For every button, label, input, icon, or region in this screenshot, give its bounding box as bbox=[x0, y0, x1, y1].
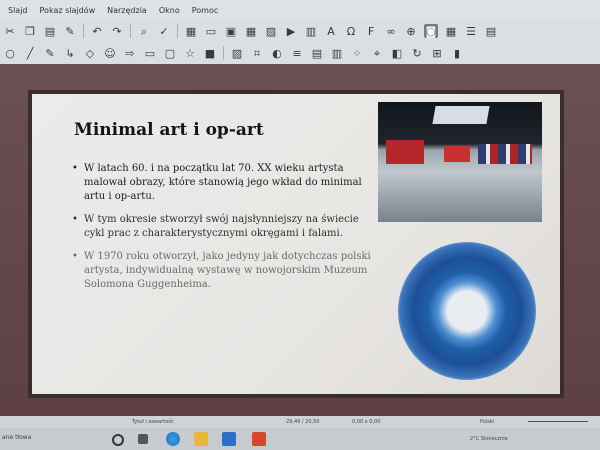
paste-icon[interactable]: ▤ bbox=[43, 24, 57, 38]
line-icon[interactable]: ╱ bbox=[23, 46, 37, 60]
hyperlink-icon[interactable]: ∞ bbox=[384, 24, 398, 38]
status-layout: Tytuł i zawartość bbox=[132, 419, 174, 425]
gallery-ceiling-light bbox=[432, 106, 490, 124]
toolbar-separator bbox=[177, 24, 178, 38]
status-bar: Tytuł i zawartość 29,49 / 20,50 0,00 x 0… bbox=[0, 416, 600, 428]
spellcheck-icon[interactable]: ✓ bbox=[157, 24, 171, 38]
display-icon[interactable]: ▭ bbox=[204, 24, 218, 38]
callout-icon[interactable]: ▢ bbox=[163, 46, 177, 60]
slide-canvas[interactable]: Minimal art i op-art W latach 60. i na p… bbox=[32, 94, 560, 394]
drawing-toolbar: ○ ╱ ✎ ↳ ◇ ☺ ⇨ ▭ ▢ ☆ ■ ▨ ⌗ ◐ ≡ ▤ ▥ ⁘ ⌖ ◧ … bbox=[0, 42, 600, 65]
weather-text[interactable]: 2°C Słonecznie bbox=[470, 436, 508, 442]
toolbar-separator bbox=[223, 46, 224, 60]
toggle-icon[interactable]: ◧ bbox=[390, 46, 404, 60]
zoom-slider[interactable] bbox=[528, 421, 588, 422]
gallery-painting bbox=[386, 140, 424, 164]
grid2-icon[interactable]: ▤ bbox=[484, 24, 498, 38]
rows-icon[interactable]: ☰ bbox=[464, 24, 478, 38]
file-explorer-icon[interactable] bbox=[194, 432, 208, 446]
globe-icon[interactable]: ⊕ bbox=[404, 24, 418, 38]
arrange-icon[interactable]: ▤ bbox=[310, 46, 324, 60]
table2-icon[interactable]: ▦ bbox=[444, 24, 458, 38]
camera-icon[interactable]: ◙ bbox=[424, 24, 438, 38]
brush-icon[interactable]: ✎ bbox=[63, 24, 77, 38]
special-char-icon[interactable]: Ω bbox=[344, 24, 358, 38]
fill-icon[interactable]: ▮ bbox=[450, 46, 464, 60]
toolbar-separator bbox=[83, 24, 84, 38]
menu-slideshow[interactable]: Pokaz slajdów bbox=[40, 6, 96, 15]
pen-icon[interactable]: ✎ bbox=[43, 46, 57, 60]
distribute-icon[interactable]: ▥ bbox=[330, 46, 344, 60]
office-icon[interactable] bbox=[252, 432, 266, 446]
status-size: 0,00 x 0,00 bbox=[352, 419, 381, 425]
textbox-icon[interactable]: A bbox=[324, 24, 338, 38]
slide-icon[interactable]: ▣ bbox=[224, 24, 238, 38]
rotate-icon[interactable]: ↻ bbox=[410, 46, 424, 60]
bullet-item[interactable]: W latach 60. i na początku lat 70. XX wi… bbox=[72, 162, 372, 204]
smiley-icon[interactable]: ☺ bbox=[103, 46, 117, 60]
grid-icon[interactable]: ▦ bbox=[184, 24, 198, 38]
flowchart-icon[interactable]: ▭ bbox=[143, 46, 157, 60]
fontwork-icon[interactable]: F bbox=[364, 24, 378, 38]
cut-icon[interactable]: ✂ bbox=[3, 24, 17, 38]
status-coords: 29,49 / 20,50 bbox=[286, 419, 320, 425]
start-circle-icon[interactable] bbox=[112, 434, 124, 446]
standard-toolbar: ✂ ❐ ▤ ✎ ↶ ↷ ⌕ ✓ ▦ ▭ ▣ ▦ ▨ ▶ ▥ A Ω F ∞ ⊕ … bbox=[0, 20, 600, 43]
menu-window[interactable]: Okno bbox=[159, 6, 180, 15]
edge-icon[interactable] bbox=[166, 432, 180, 446]
screen: Slajd Pokaz slajdów Narzędzia Okno Pomoc… bbox=[0, 0, 600, 450]
points-icon[interactable]: ⁘ bbox=[350, 46, 364, 60]
undo-icon[interactable]: ↶ bbox=[90, 24, 104, 38]
bullet-item[interactable]: W tym okresie stworzył swój najsłynniejs… bbox=[72, 213, 372, 241]
op-art-circle-image[interactable] bbox=[398, 242, 536, 380]
menu-bar: Slajd Pokaz slajdów Narzędzia Okno Pomoc bbox=[0, 0, 600, 20]
gallery-painting bbox=[478, 144, 532, 164]
extrusion-icon[interactable]: ⊞ bbox=[430, 46, 444, 60]
connector-icon[interactable]: ↳ bbox=[63, 46, 77, 60]
image-icon[interactable]: ▨ bbox=[264, 24, 278, 38]
find-icon[interactable]: ⌕ bbox=[137, 24, 151, 38]
shadow-icon[interactable]: ▨ bbox=[230, 46, 244, 60]
glue-icon[interactable]: ⌖ bbox=[370, 46, 384, 60]
ellipse-icon[interactable]: ○ bbox=[3, 46, 17, 60]
slide-workspace[interactable]: Minimal art i op-art W latach 60. i na p… bbox=[0, 64, 600, 416]
menu-slide[interactable]: Slajd bbox=[8, 6, 28, 15]
crop-icon[interactable]: ⌗ bbox=[250, 46, 264, 60]
task-view-icon[interactable] bbox=[138, 434, 148, 444]
3d-icon[interactable]: ■ bbox=[203, 46, 217, 60]
filter-icon[interactable]: ◐ bbox=[270, 46, 284, 60]
star-icon[interactable]: ☆ bbox=[183, 46, 197, 60]
table-icon[interactable]: ▦ bbox=[244, 24, 258, 38]
gallery-photo[interactable] bbox=[378, 102, 542, 222]
toolbar-separator bbox=[130, 24, 131, 38]
align-icon[interactable]: ≡ bbox=[290, 46, 304, 60]
status-language[interactable]: Polski bbox=[480, 419, 494, 425]
gallery-painting bbox=[444, 146, 470, 162]
taskbar: ane tłowa 2°C Słonecznie bbox=[0, 428, 600, 450]
store-icon[interactable] bbox=[222, 432, 236, 446]
chart-icon[interactable]: ▥ bbox=[304, 24, 318, 38]
bullet-list[interactable]: W latach 60. i na początku lat 70. XX wi… bbox=[72, 162, 372, 301]
bullet-item[interactable]: W 1970 roku otworzył, jako jedyny jak do… bbox=[72, 250, 372, 292]
slide-title[interactable]: Minimal art i op-art bbox=[74, 120, 264, 140]
gallery-floor bbox=[378, 172, 542, 222]
arrow-icon[interactable]: ⇨ bbox=[123, 46, 137, 60]
menu-tools[interactable]: Narzędzia bbox=[107, 6, 147, 15]
diamond-icon[interactable]: ◇ bbox=[83, 46, 97, 60]
menu-help[interactable]: Pomoc bbox=[192, 6, 219, 15]
copy-icon[interactable]: ❐ bbox=[23, 24, 37, 38]
redo-icon[interactable]: ↷ bbox=[110, 24, 124, 38]
media-icon[interactable]: ▶ bbox=[284, 24, 298, 38]
taskbar-search-text[interactable]: ane tłowa bbox=[2, 434, 31, 441]
